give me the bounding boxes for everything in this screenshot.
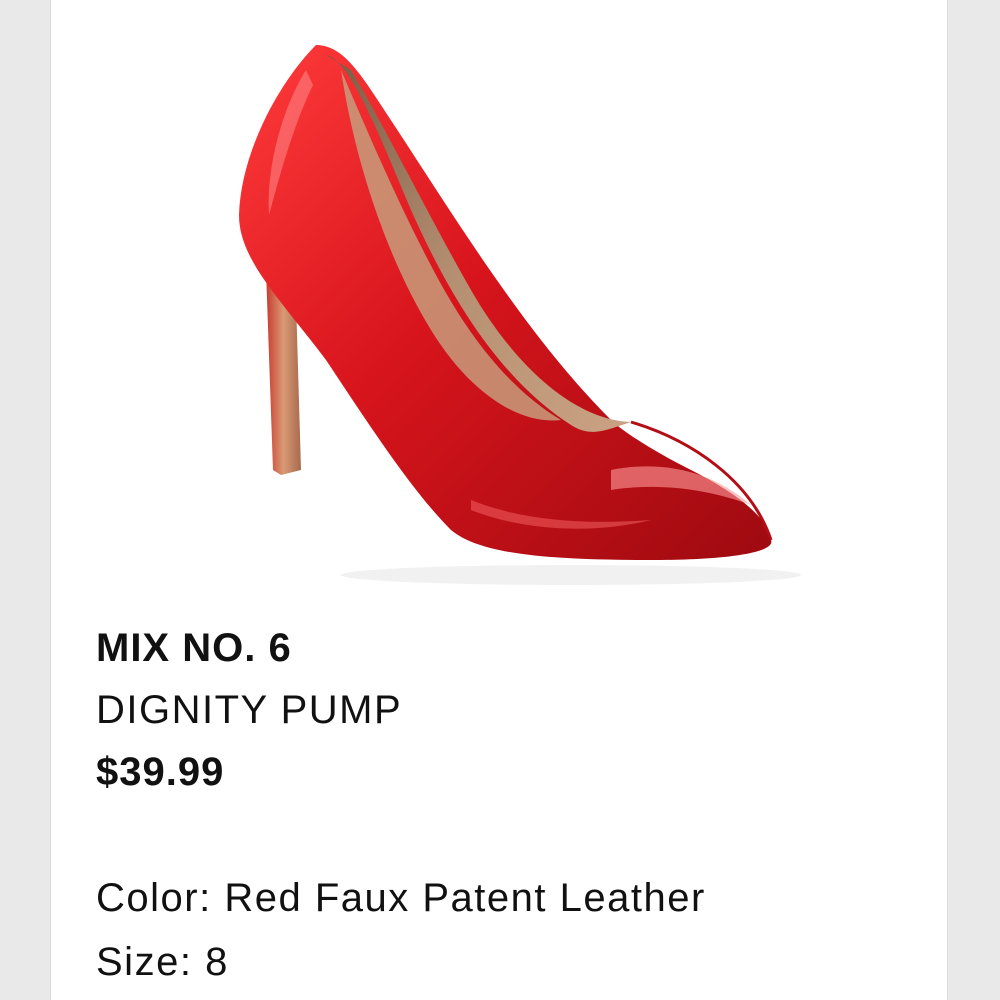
color-value: Red Faux Patent Leather bbox=[224, 876, 706, 920]
brand-name[interactable]: MIX NO. 6 bbox=[96, 618, 927, 678]
red-pump-icon bbox=[239, 45, 801, 585]
product-info: MIX NO. 6 DIGNITY PUMP $39.99 Color: Red… bbox=[96, 618, 927, 994]
product-price: $39.99 bbox=[96, 750, 225, 794]
product-card[interactable]: MIX NO. 6 DIGNITY PUMP $39.99 Color: Red… bbox=[50, 0, 948, 1000]
size-value: 8 bbox=[205, 940, 229, 984]
color-label: Color: bbox=[96, 876, 212, 920]
product-image[interactable] bbox=[51, 0, 949, 610]
size-label: Size: bbox=[96, 940, 193, 984]
size-attribute: Size: 8 bbox=[96, 930, 927, 994]
color-attribute: Color: Red Faux Patent Leather bbox=[96, 866, 927, 930]
product-name[interactable]: DIGNITY PUMP bbox=[96, 678, 927, 742]
